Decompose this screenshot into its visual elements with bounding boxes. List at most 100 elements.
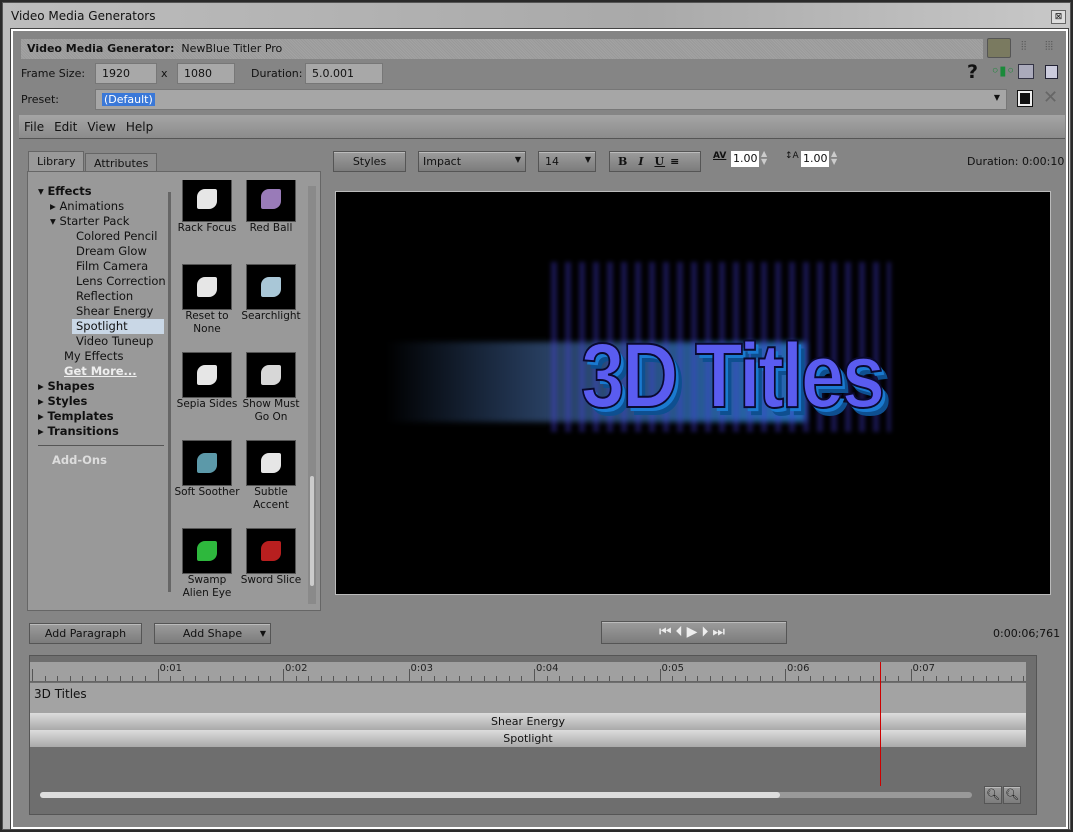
tree-item[interactable]: Colored Pencil [38, 229, 164, 244]
styles-button[interactable]: Styles [333, 151, 406, 172]
effect-thumbnail[interactable]: Subtle Accent [238, 440, 304, 512]
tree-item[interactable]: Film Camera [38, 259, 164, 274]
tree-templates[interactable]: ▸ Templates [38, 409, 164, 424]
layout-double-button[interactable]: ⦙⦙ [1021, 39, 1026, 54]
preview-canvas[interactable]: 3D Titles [335, 191, 1051, 595]
leading-input[interactable]: 1.00 [801, 151, 829, 167]
kerning-input[interactable]: 1.00 [731, 151, 759, 167]
align-icon[interactable]: ≡ [670, 155, 680, 168]
italic-button[interactable]: I [638, 155, 644, 168]
step-forward-icon[interactable]: ⏵ [701, 624, 712, 640]
tab-library[interactable]: Library [28, 151, 85, 171]
effect-thumbnail[interactable]: Red Ball [238, 180, 304, 235]
effect-thumbnail[interactable]: Swamp Alien Eye [174, 528, 240, 600]
effect-thumbnail[interactable]: Searchlight [238, 264, 304, 323]
frame-width-input[interactable]: 1920 [95, 63, 157, 84]
center-icon[interactable]: ◦▮◦ [991, 64, 1015, 79]
select-icon[interactable] [1045, 65, 1058, 79]
kerning-stepper[interactable]: ▲ ▼ [761, 150, 767, 166]
help-icon[interactable]: ? [967, 61, 978, 83]
add-ons-label[interactable]: Add-Ons [38, 453, 164, 468]
scrollbar-thumb[interactable] [310, 476, 314, 586]
tree-item[interactable]: Shear Energy [38, 304, 164, 319]
ruler-tick [32, 669, 33, 681]
duration-input[interactable]: 5.0.001 [305, 63, 383, 84]
tree-styles[interactable]: ▸ Styles [38, 394, 164, 409]
frame-height-input[interactable]: 1080 [177, 63, 235, 84]
tree-effects[interactable]: ▾ Effects [38, 184, 164, 199]
ruler-tick [521, 676, 523, 681]
effect-bar-spotlight[interactable]: Spotlight [30, 730, 1026, 747]
menu-file[interactable]: File [19, 115, 49, 139]
layout-triple-button[interactable]: ⦙⦙⦙ [1045, 39, 1053, 54]
step-back-icon[interactable]: ⏴ [676, 624, 687, 640]
frame-size-label: Frame Size: [21, 67, 86, 80]
skip-start-icon[interactable]: ⏮ [659, 624, 676, 640]
horizontal-scrollbar[interactable] [40, 792, 972, 798]
thumbnail-scrollbar[interactable] [308, 186, 316, 604]
tree-item[interactable]: Lens Correction [38, 274, 166, 289]
ruler-tick [734, 676, 736, 681]
times-label: x [161, 67, 168, 80]
generator-header: Video Media Generator: NewBlue Titler Pr… [21, 39, 983, 59]
tree-shapes[interactable]: ▸ Shapes [38, 379, 164, 394]
safe-area-icon[interactable] [1018, 64, 1034, 79]
tree-item[interactable]: Dream Glow [38, 244, 164, 259]
effect-bar-shear-energy[interactable]: Shear Energy [30, 713, 1026, 730]
scrollbar-thumb[interactable] [40, 792, 780, 798]
tree-scrollbar[interactable] [168, 192, 171, 592]
menu-view[interactable]: View [82, 115, 120, 139]
effect-thumbnail[interactable]: Sword Slice [238, 528, 304, 587]
ruler-tick [534, 669, 535, 681]
ruler-tick [672, 676, 674, 681]
time-ruler[interactable]: 0:01 0:02 0:03 0:04 0:05 0:06 0:07 [30, 662, 1026, 682]
generator-panel: Video Media Generator: NewBlue Titler Pr… [10, 28, 1069, 830]
zoom-out-icon[interactable]: 🔍︎ [984, 786, 1002, 804]
skip-end-icon[interactable]: ⏭ [712, 624, 729, 640]
ruler-tick [358, 676, 360, 681]
zoom-in-icon[interactable]: 🔍︎ [1003, 786, 1021, 804]
tree-starter-pack[interactable]: ▾ Starter Pack [38, 214, 164, 229]
tree-item-selected[interactable]: Spotlight [72, 319, 164, 334]
preset-dropdown[interactable]: (Default) ▼ [95, 89, 1007, 110]
tree-transitions[interactable]: ▸ Transitions [38, 424, 164, 439]
play-icon[interactable]: ▶ [687, 624, 702, 640]
add-shape-button[interactable]: Add Shape ▼ [154, 623, 271, 644]
bold-button[interactable]: B [618, 155, 628, 168]
layout-single-button[interactable] [987, 38, 1011, 58]
menu-help[interactable]: Help [121, 115, 158, 139]
tree-item[interactable]: Reflection [38, 289, 164, 304]
ruler-tick [157, 669, 159, 681]
delete-preset-icon[interactable]: ✕ [1043, 87, 1058, 108]
ruler-tick [395, 676, 397, 681]
title-text[interactable]: 3D Titles [580, 324, 886, 429]
leading-stepper[interactable]: ▲ ▼ [831, 150, 837, 166]
underline-button[interactable]: U [654, 155, 665, 168]
ruler-tick [948, 676, 950, 681]
playhead[interactable] [880, 662, 882, 786]
get-more-link[interactable]: Get More... [38, 364, 164, 379]
effect-thumbnail[interactable]: Rack Focus [174, 180, 240, 235]
tree-animations[interactable]: ▸ Animations [38, 199, 164, 214]
kerning-icon: AV [713, 151, 727, 161]
size-dropdown[interactable]: 14 ▼ [538, 151, 596, 172]
header-label: Video Media Generator: [27, 42, 175, 55]
menu-edit[interactable]: Edit [49, 115, 82, 139]
ruler-tick [584, 676, 586, 681]
effect-thumbnail[interactable]: Sepia Sides [174, 352, 240, 411]
font-dropdown[interactable]: Impact ▼ [418, 151, 526, 172]
tree-item[interactable]: Video Tuneup [38, 334, 164, 349]
ruler-tick [609, 676, 611, 681]
track-3d-titles[interactable]: 3D Titles [30, 683, 1026, 713]
effect-thumbnail[interactable]: Soft Soother [174, 440, 240, 499]
close-button[interactable]: ⊠ [1051, 10, 1066, 24]
tree-my-effects[interactable]: My Effects [38, 349, 164, 364]
save-preset-icon[interactable] [1017, 90, 1033, 107]
ruler-tick [245, 676, 247, 681]
ruler-tick [257, 676, 259, 681]
effect-thumbnail[interactable]: Reset to None [174, 264, 240, 336]
timeline: 0:01 0:02 0:03 0:04 0:05 0:06 0:07 3D Titles S… [29, 655, 1037, 815]
effect-thumbnail[interactable]: Show Must Go On [238, 352, 304, 424]
add-paragraph-button[interactable]: Add Paragraph [29, 623, 142, 644]
tab-attributes[interactable]: Attributes [85, 153, 158, 171]
